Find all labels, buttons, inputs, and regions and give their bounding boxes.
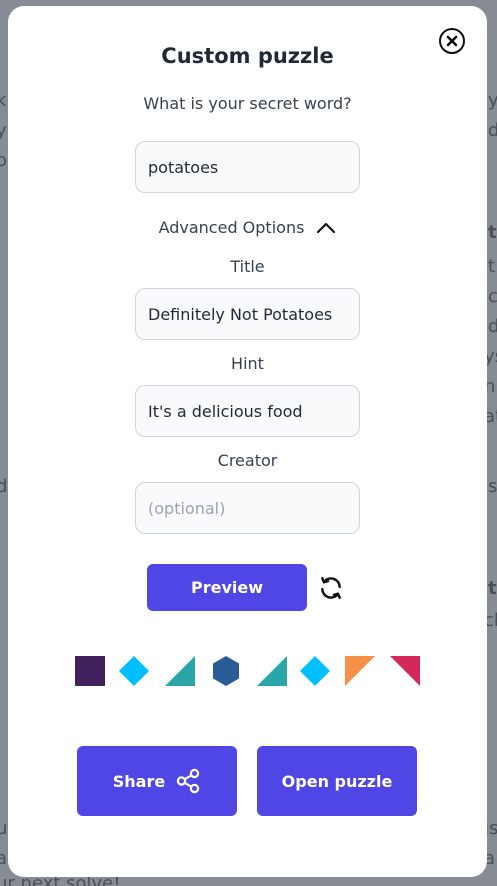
triangle-shape <box>257 656 287 686</box>
bg-fragment: u <box>0 818 8 839</box>
bg-fragment: k <box>0 90 7 111</box>
hint-input[interactable] <box>135 385 360 437</box>
square-shape <box>75 656 105 686</box>
advanced-options-toggle[interactable]: Advanced Options <box>8 218 487 237</box>
diamond-shape <box>300 656 330 686</box>
share-icon <box>177 768 200 794</box>
diamond-shape <box>119 656 149 686</box>
title-label: Title <box>230 257 265 276</box>
bg-fragment: d <box>488 316 497 337</box>
bg-fragment: c <box>488 286 497 307</box>
custom-puzzle-modal: Custom puzzle What is your secret word? … <box>8 6 487 877</box>
advanced-options-label: Advanced Options <box>158 218 305 237</box>
share-label: Share <box>112 771 166 791</box>
chevron-up-icon <box>317 222 336 233</box>
hexagon-shape <box>213 656 239 686</box>
creator-input[interactable] <box>135 482 360 534</box>
triangle-shape <box>165 656 195 686</box>
shape-sequence <box>74 655 424 687</box>
creator-label: Creator <box>217 451 278 470</box>
secret-word-prompt: What is your secret word? <box>143 94 352 113</box>
share-button[interactable]: Share <box>77 746 237 816</box>
open-puzzle-button[interactable]: Open puzzle <box>257 746 417 816</box>
triangle-shape <box>345 656 375 686</box>
bg-fragment: y <box>488 90 497 111</box>
triangle-shape <box>390 656 420 686</box>
bg-fragment: y <box>0 120 7 141</box>
bg-fragment: a <box>0 848 8 869</box>
refresh-icon[interactable] <box>318 575 344 601</box>
bg-fragment: t <box>488 578 497 599</box>
modal-title: Custom puzzle <box>161 44 334 68</box>
bg-fragment: t <box>488 222 497 243</box>
bg-fragment: t <box>488 256 496 277</box>
bg-fragment: d <box>488 120 497 141</box>
title-input[interactable] <box>135 288 360 340</box>
bg-fragment: s <box>488 476 497 497</box>
hint-label: Hint <box>231 354 264 373</box>
bg-fragment: o <box>0 150 8 171</box>
secret-word-input[interactable] <box>135 141 360 193</box>
bg-fragment: d <box>0 476 8 497</box>
preview-button[interactable]: Preview <box>147 564 307 611</box>
